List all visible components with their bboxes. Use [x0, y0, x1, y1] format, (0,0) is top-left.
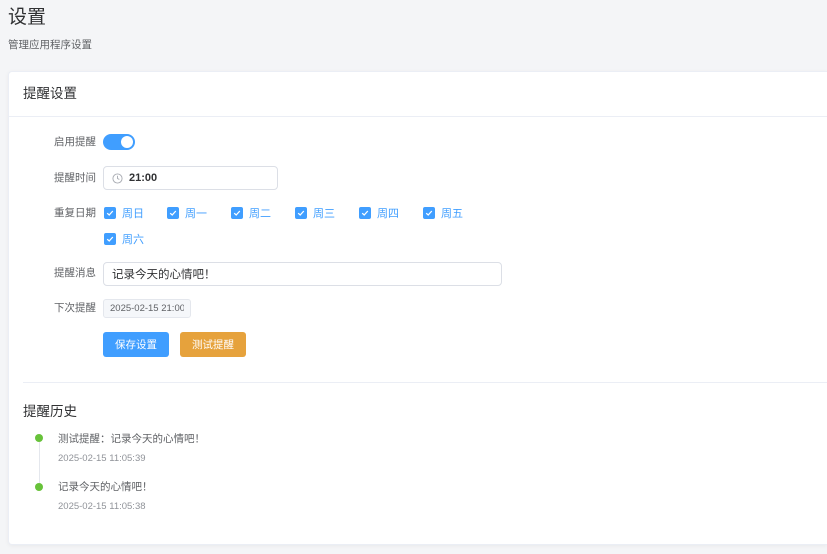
checkbox-box[interactable]: [295, 207, 307, 219]
timeline-item-text: 测试提醒：记录今天的心情吧！: [58, 433, 205, 445]
timeline-item-time: 2025-02-15 11:05:39: [58, 453, 146, 464]
dot-icon: [35, 483, 43, 491]
next-reminder-label: 下次提醒: [54, 302, 96, 314]
day-checkbox-sunday[interactable]: 周日: [104, 205, 144, 221]
section-divider: [23, 382, 827, 383]
timeline-item-text: 记录今天的心情吧！: [58, 481, 153, 493]
check-icon: [361, 210, 369, 216]
day-checkbox-friday[interactable]: 周五: [423, 205, 463, 221]
day-checkbox-saturday[interactable]: 周六: [104, 231, 144, 247]
checkbox-box[interactable]: [359, 207, 371, 219]
enable-label: 启用提醒: [54, 136, 96, 148]
check-icon: [297, 210, 305, 216]
page-title: 设置: [8, 7, 47, 28]
checkbox-box[interactable]: [423, 207, 435, 219]
check-icon: [233, 210, 241, 216]
checkbox-box[interactable]: [167, 207, 179, 219]
check-icon: [106, 210, 114, 216]
day-checkbox-monday[interactable]: 周一: [167, 205, 207, 221]
checkbox-box[interactable]: [104, 233, 116, 245]
check-icon: [425, 210, 433, 216]
page-subtitle: 管理应用程序设置: [8, 39, 92, 51]
reminder-time-picker[interactable]: 21:00: [103, 166, 278, 190]
time-value: 21:00: [129, 172, 158, 184]
day-label: 周一: [185, 208, 207, 220]
timeline-item-time: 2025-02-15 11:05:38: [58, 501, 146, 512]
toggle-knob: [121, 136, 133, 148]
day-label: 周四: [377, 208, 399, 220]
card-header: 提醒设置: [9, 72, 827, 117]
timeline-connector: [39, 442, 40, 483]
history-title: 提醒历史: [23, 404, 77, 419]
card-title: 提醒设置: [23, 86, 77, 101]
day-label: 周二: [249, 208, 271, 220]
day-checkbox-thursday[interactable]: 周四: [359, 205, 399, 221]
message-label: 提醒消息: [54, 267, 96, 279]
day-label: 周日: [122, 208, 144, 220]
check-icon: [169, 210, 177, 216]
day-checkbox-tuesday[interactable]: 周二: [231, 205, 271, 221]
day-checkbox-wednesday[interactable]: 周三: [295, 205, 335, 221]
day-label: 周五: [441, 208, 463, 220]
time-label: 提醒时间: [54, 172, 96, 184]
checkbox-box[interactable]: [104, 207, 116, 219]
repeat-label: 重复日期: [54, 207, 96, 219]
clock-icon: [112, 173, 123, 184]
reminder-message-input[interactable]: [103, 262, 502, 286]
next-reminder-field: [103, 299, 191, 318]
enable-reminder-toggle[interactable]: [103, 134, 135, 150]
reminder-settings-card: 提醒设置 启用提醒 提醒时间 21:00 重复日期 周日 周一 周二 周三 周四…: [8, 71, 827, 545]
test-reminder-button[interactable]: 测试提醒: [180, 332, 246, 357]
day-label: 周六: [122, 234, 144, 246]
dot-icon: [35, 434, 43, 442]
checkbox-box[interactable]: [231, 207, 243, 219]
check-icon: [106, 236, 114, 242]
save-settings-button[interactable]: 保存设置: [103, 332, 169, 357]
day-label: 周三: [313, 208, 335, 220]
